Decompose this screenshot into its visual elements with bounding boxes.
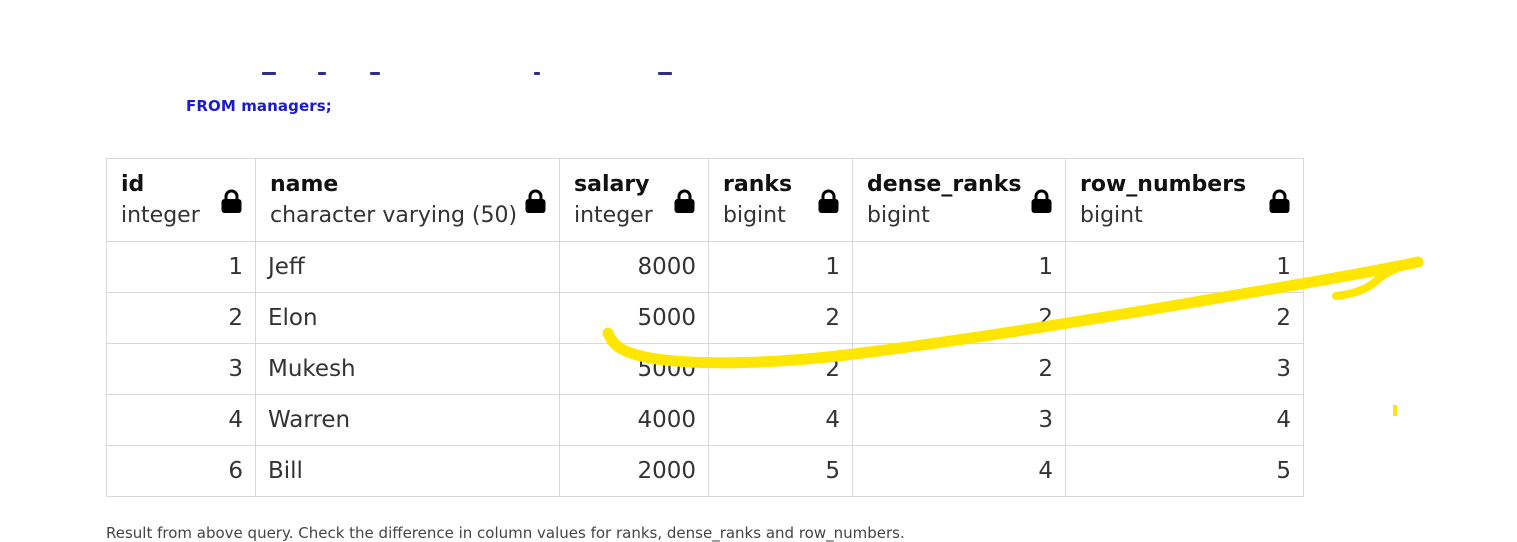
column-header-id[interactable]: id integer (106, 158, 256, 242)
result-caption: Result from above query. Check the diffe… (106, 524, 905, 542)
table-row: 2 Elon 5000 2 2 2 (106, 292, 1304, 344)
cell-row-numbers[interactable]: 1 (1065, 241, 1304, 293)
cell-salary[interactable]: 4000 (559, 394, 709, 446)
cell-id[interactable]: 6 (106, 445, 256, 497)
cell-dense-ranks[interactable]: 1 (852, 241, 1066, 293)
lock-icon (524, 189, 547, 214)
column-header-dense-ranks[interactable]: dense_ranks bigint (852, 158, 1066, 242)
cell-row-numbers[interactable]: 2 (1065, 292, 1304, 344)
column-name: name (270, 172, 339, 197)
column-header-ranks[interactable]: ranks bigint (708, 158, 853, 242)
cell-ranks[interactable]: 4 (708, 394, 853, 446)
cell-dense-ranks[interactable]: 2 (852, 343, 1066, 395)
column-header-name[interactable]: name character varying (50) (255, 158, 560, 242)
cell-id[interactable]: 2 (106, 292, 256, 344)
column-header-row-numbers[interactable]: row_numbers bigint (1065, 158, 1304, 242)
lock-icon (220, 189, 243, 214)
highlight-hook (1332, 258, 1422, 300)
cell-dense-ranks[interactable]: 3 (852, 394, 1066, 446)
cell-row-numbers[interactable]: 5 (1065, 445, 1304, 497)
column-type: character varying (50) (270, 203, 518, 228)
table-row: 1 Jeff 8000 1 1 1 (106, 241, 1304, 293)
lock-icon (817, 189, 840, 214)
cell-salary[interactable]: 5000 (559, 343, 709, 395)
lock-icon (1268, 189, 1291, 214)
table-row: 4 Warren 4000 4 3 4 (106, 394, 1304, 446)
cell-dense-ranks[interactable]: 2 (852, 292, 1066, 344)
cell-name[interactable]: Warren (255, 394, 560, 446)
column-header-salary[interactable]: salary integer (559, 158, 709, 242)
query-result-table: id integer name character varying (50) s… (106, 158, 1304, 497)
cell-salary[interactable]: 5000 (559, 292, 709, 344)
lock-icon (1030, 189, 1053, 214)
lock-icon (673, 189, 696, 214)
cropped-code-line (262, 64, 682, 78)
cell-id[interactable]: 3 (106, 343, 256, 395)
cell-ranks[interactable]: 5 (708, 445, 853, 497)
cell-ranks[interactable]: 2 (708, 292, 853, 344)
cell-dense-ranks[interactable]: 4 (852, 445, 1066, 497)
table-row: 6 Bill 2000 5 4 5 (106, 445, 1304, 497)
query-text: FROM managers; (186, 97, 332, 115)
cell-name[interactable]: Elon (255, 292, 560, 344)
cell-name[interactable]: Jeff (255, 241, 560, 293)
cell-salary[interactable]: 8000 (559, 241, 709, 293)
table-row: 3 Mukesh 5000 2 2 3 (106, 343, 1304, 395)
cell-salary[interactable]: 2000 (559, 445, 709, 497)
cell-id[interactable]: 1 (106, 241, 256, 293)
table-header-row: id integer name character varying (50) s… (106, 158, 1304, 242)
cell-name[interactable]: Mukesh (255, 343, 560, 395)
cell-ranks[interactable]: 2 (708, 343, 853, 395)
cell-name[interactable]: Bill (255, 445, 560, 497)
highlight-mark (1393, 405, 1397, 416)
cell-ranks[interactable]: 1 (708, 241, 853, 293)
cell-id[interactable]: 4 (106, 394, 256, 446)
cell-row-numbers[interactable]: 4 (1065, 394, 1304, 446)
cell-row-numbers[interactable]: 3 (1065, 343, 1304, 395)
